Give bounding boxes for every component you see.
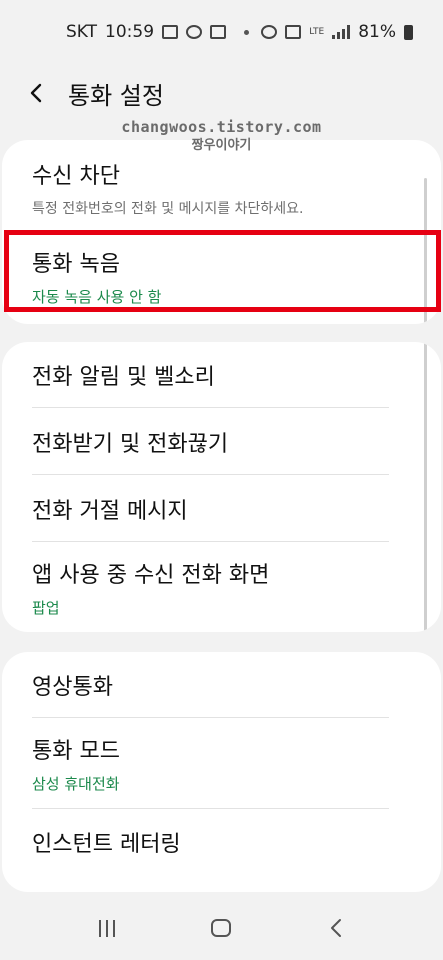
list-item-call-blocking[interactable]: 수신 차단 특정 전화번호의 전화 및 메시지를 차단하세요. [2,140,441,230]
app-header: 통화 설정 [0,64,443,122]
page-title: 통화 설정 [68,81,164,110]
signal-strength-icon [332,25,351,39]
list-item-call-alerts-ringtone[interactable]: 전화 알림 및 벨소리 [2,342,441,408]
list-item-decline-messages[interactable]: 전화 거절 메시지 [2,475,441,542]
list-item-answer-end-calls[interactable]: 전화받기 및 전화끊기 [2,408,441,475]
item-title: 수신 차단 [32,164,120,189]
watermark-label: 짱우이야기 [191,138,252,153]
back-button[interactable] [0,64,74,122]
item-title: 전화 알림 및 벨소리 [32,365,215,390]
item-subtitle: 특정 전화번호의 전화 및 메시지를 차단하세요. [32,201,304,217]
gallery-notification-icon [162,25,179,39]
recent-apps-button[interactable] [77,898,137,958]
item-status: 팝업 [32,598,60,617]
home-button[interactable] [191,898,251,958]
item-status: 삼성 휴대전화 [32,775,120,793]
recent-apps-icon [99,919,116,937]
item-title: 영상통화 [32,675,113,700]
item-title: 앱 사용 중 수신 전화 화면 [32,562,270,588]
battery-icon [404,24,413,40]
status-bar: SKT 10:59 LTE 81% [0,0,443,64]
clock: 10:59 [105,22,155,42]
list-item-video-call[interactable]: 영상통화 [2,652,441,718]
item-title: 통화 모드 [32,739,120,764]
settings-card-call-options: 전화 알림 및 벨소리 전화받기 및 전화끊기 전화 거절 메시지 앱 사용 중… [2,342,441,632]
lte-indicator: LTE [309,26,325,37]
item-title: 인스턴트 레터링 [32,832,181,857]
item-title: 전화 거절 메시지 [32,498,188,524]
settings-card-more: 영상통화 통화 모드 삼성 휴대전화 인스턴트 레터링 [2,652,441,892]
chevron-left-icon [30,83,42,103]
alarm-icon [261,25,278,39]
back-arrow-icon [330,919,341,937]
carrier-label: SKT [66,22,98,42]
item-title: 전화받기 및 전화끊기 [32,431,229,457]
list-item-call-mode[interactable]: 통화 모드 삼성 휴대전화 [2,718,441,809]
battery-percent: 81% [358,22,396,42]
list-item-incoming-call-display[interactable]: 앱 사용 중 수신 전화 화면 팝업 [2,542,441,632]
highlight-box [4,230,441,312]
mute-icon [285,25,302,39]
voicemail-notification-icon [210,25,227,39]
system-back-button[interactable] [306,898,366,958]
navigation-bar [0,896,443,960]
chat-notification-icon [186,25,203,39]
list-item-instant-lettering[interactable]: 인스턴트 레터링 [2,809,441,875]
home-icon [211,919,232,937]
scrollbar[interactable] [424,342,427,632]
more-notifications-icon [244,29,250,35]
